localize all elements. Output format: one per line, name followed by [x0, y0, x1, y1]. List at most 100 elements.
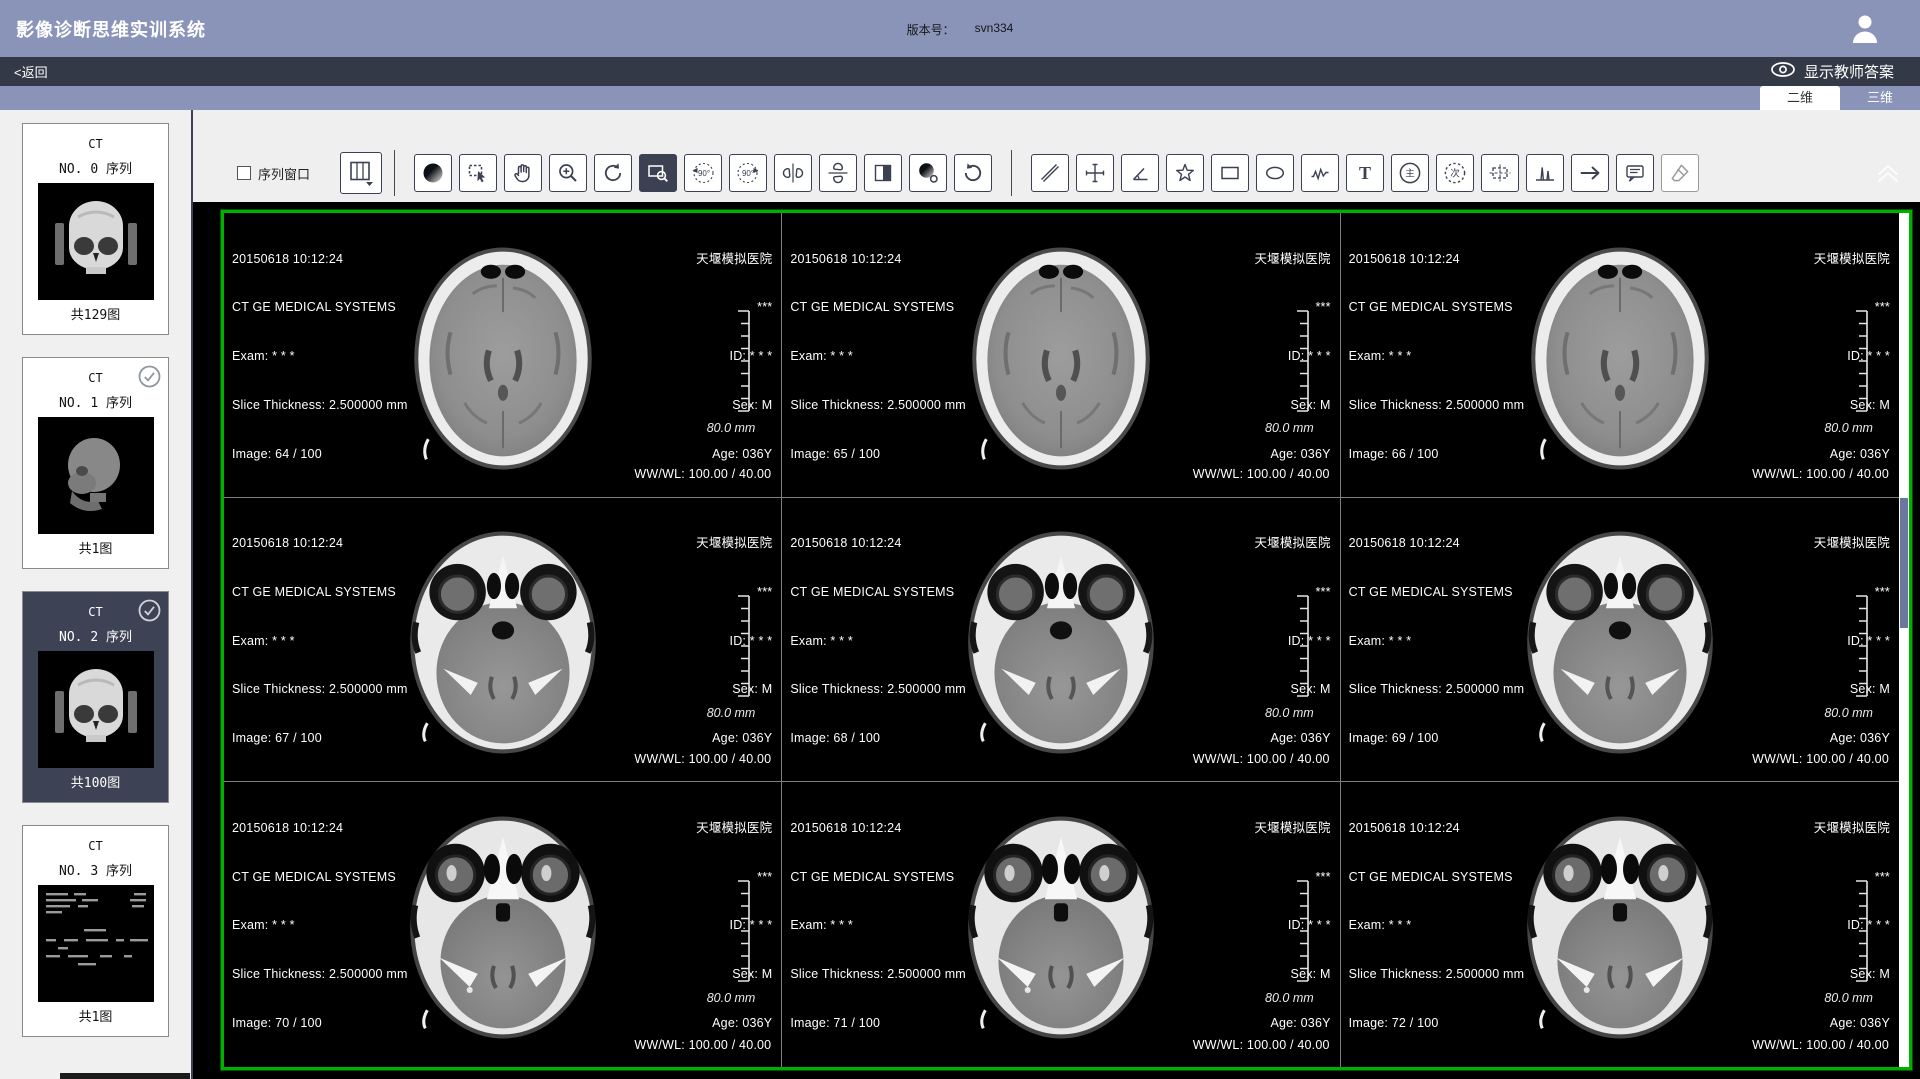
- collapse-toolbar-icon[interactable]: [1874, 163, 1902, 188]
- rectangle-icon: [1218, 161, 1242, 185]
- marker-main-button[interactable]: 主: [1391, 154, 1429, 192]
- cell-info-top-right: 天堰模拟医院 *** ID: * * * Sex: M Age: 036Y: [696, 218, 772, 494]
- window-level-button[interactable]: [414, 154, 452, 192]
- curve-annotation-button[interactable]: [1301, 154, 1339, 192]
- slice-thickness-label: Slice Thickness: 2.500000 mm: [232, 681, 408, 697]
- measure-angle-button[interactable]: [1121, 154, 1159, 192]
- invert-button[interactable]: [864, 154, 902, 192]
- rect-annotation-button[interactable]: [1211, 154, 1249, 192]
- tab-2d[interactable]: 二维: [1760, 86, 1840, 110]
- sidebar-horizontal-scrollbar[interactable]: [60, 1073, 190, 1079]
- viewer-cell-0[interactable]: 20150618 10:12:24 CT GE MEDICAL SYSTEMS …: [224, 213, 782, 498]
- viewer-scrollbar-thumb[interactable]: [1900, 498, 1908, 628]
- patient-sex-label: Sex: M: [1814, 681, 1890, 697]
- scale-ruler: [1294, 879, 1310, 988]
- series-window-label: 序列窗口: [258, 164, 310, 183]
- scale-ruler: [1853, 879, 1869, 988]
- reset-button[interactable]: [954, 154, 992, 192]
- toolbar-divider: [1011, 150, 1012, 196]
- text-annotation-button[interactable]: T: [1346, 154, 1384, 192]
- series-card-0[interactable]: CT NO. 0 序列 共129图: [22, 123, 169, 335]
- checkmark-icon: [138, 599, 161, 622]
- patient-id-label: ID: * * *: [1814, 917, 1890, 933]
- window-level-label: WW/WL: 100.00 / 40.00: [634, 751, 771, 767]
- cell-info-top-right: 天堰模拟医院 *** ID: * * * Sex: M Age: 036Y: [1254, 503, 1330, 779]
- slice-thickness-label: Slice Thickness: 2.500000 mm: [790, 397, 966, 413]
- roi-box-button[interactable]: [1481, 154, 1519, 192]
- exam-label: Exam: * * *: [232, 633, 408, 649]
- cell-info-top-left: 20150618 10:12:24 CT GE MEDICAL SYSTEMS …: [790, 503, 966, 779]
- series-name: NO. 3 序列: [23, 860, 168, 879]
- arrow-annotation-button[interactable]: [1571, 154, 1609, 192]
- cell-info-top-right: 天堰模拟医院 *** ID: * * * Sex: M Age: 036Y: [1814, 787, 1890, 1063]
- comment-button[interactable]: [1616, 154, 1654, 192]
- scale-label: 80.0 mm: [1265, 991, 1314, 1005]
- back-button[interactable]: <返回: [14, 62, 48, 81]
- zoom-in-button[interactable]: [549, 154, 587, 192]
- window-preset-button[interactable]: [909, 154, 947, 192]
- layout-button[interactable]: [340, 152, 382, 194]
- show-teacher-answer-button[interactable]: 显示教师答案: [1771, 61, 1894, 82]
- circle-label-icon: 主: [1397, 160, 1423, 186]
- ellipse-annotation-button[interactable]: [1256, 154, 1294, 192]
- cell-info-top-left: 20150618 10:12:24 CT GE MEDICAL SYSTEMS …: [232, 787, 408, 1063]
- patient-name-masked: ***: [1814, 299, 1890, 315]
- study-datetime: 20150618 10:12:24: [232, 251, 408, 267]
- cell-info-top-right: 天堰模拟医院 *** ID: * * * Sex: M Age: 036Y: [1814, 503, 1890, 779]
- slice-thickness-label: Slice Thickness: 2.500000 mm: [232, 397, 408, 413]
- wl-preset-icon: [916, 161, 940, 185]
- series-modality: CT: [23, 137, 168, 151]
- star-annotation-button[interactable]: [1166, 154, 1204, 192]
- scale-ruler: [735, 879, 751, 988]
- rotate-right-90-button[interactable]: 90°: [729, 154, 767, 192]
- version-info: 版本号： svn334: [907, 21, 1014, 38]
- slice-thickness-label: Slice Thickness: 2.500000 mm: [790, 966, 966, 982]
- show-teacher-answer-label: 显示教师答案: [1804, 61, 1894, 82]
- viewer-cell-6[interactable]: 20150618 10:12:24 CT GE MEDICAL SYSTEMS …: [224, 782, 782, 1067]
- viewer-cell-7[interactable]: 20150618 10:12:24 CT GE MEDICAL SYSTEMS …: [782, 782, 1340, 1067]
- series-card-1[interactable]: CT NO. 1 序列 共1图: [22, 357, 169, 569]
- cell-info-top-right: 天堰模拟医院 *** ID: * * * Sex: M Age: 036Y: [1254, 218, 1330, 494]
- series-thumbnail: [38, 885, 154, 1002]
- viewer-cell-2[interactable]: 20150618 10:12:24 CT GE MEDICAL SYSTEMS …: [1341, 213, 1899, 498]
- viewer-cell-8[interactable]: 20150618 10:12:24 CT GE MEDICAL SYSTEMS …: [1341, 782, 1899, 1067]
- pan-button[interactable]: [504, 154, 542, 192]
- window-level-label: WW/WL: 100.00 / 40.00: [1752, 466, 1889, 482]
- viewer-cell-5[interactable]: 20150618 10:12:24 CT GE MEDICAL SYSTEMS …: [1341, 498, 1899, 783]
- checkbox-box[interactable]: [237, 166, 251, 180]
- series-window-checkbox[interactable]: 序列窗口: [237, 164, 310, 183]
- ct-image: [398, 526, 608, 765]
- series-card-2[interactable]: CT NO. 2 序列 共100图: [22, 591, 169, 803]
- crosshair-button[interactable]: [1076, 154, 1114, 192]
- marker-secondary-button[interactable]: 次: [1436, 154, 1474, 192]
- flip-horizontal-button[interactable]: [774, 154, 812, 192]
- viewer-cell-3[interactable]: 20150618 10:12:24 CT GE MEDICAL SYSTEMS …: [224, 498, 782, 783]
- svg-text:90°: 90°: [698, 169, 710, 178]
- measure-line-button[interactable]: [1031, 154, 1069, 192]
- viewer-cell-4[interactable]: 20150618 10:12:24 CT GE MEDICAL SYSTEMS …: [782, 498, 1340, 783]
- series-card-3[interactable]: CT NO. 3 序列 共1图: [22, 825, 169, 1037]
- flip-vertical-button[interactable]: [819, 154, 857, 192]
- hospital-name: 天堰模拟医院: [1814, 251, 1890, 267]
- rotate-button[interactable]: [594, 154, 632, 192]
- select-button[interactable]: [459, 154, 497, 192]
- tab-3d[interactable]: 三维: [1840, 86, 1920, 110]
- star-icon: [1173, 161, 1197, 185]
- hospital-name: 天堰模拟医院: [696, 820, 772, 836]
- patient-age-label: Age: 036Y: [1814, 1015, 1890, 1031]
- series-count: 共1图: [23, 538, 168, 557]
- viewer-scrollbar[interactable]: [1899, 213, 1909, 1067]
- viewer-cell-1[interactable]: 20150618 10:12:24 CT GE MEDICAL SYSTEMS …: [782, 213, 1340, 498]
- rect-magnifier-icon: [646, 161, 670, 185]
- histogram-button[interactable]: [1526, 154, 1564, 192]
- exam-label: Exam: * * *: [1349, 633, 1525, 649]
- patient-name-masked: ***: [1254, 299, 1330, 315]
- hand-icon: [511, 161, 535, 185]
- scale-ruler: [1294, 309, 1310, 418]
- user-avatar-icon[interactable]: [1848, 11, 1882, 52]
- scale-label: 80.0 mm: [707, 991, 756, 1005]
- rotate-left-90-button[interactable]: 90°: [684, 154, 722, 192]
- cell-info-top-left: 20150618 10:12:24 CT GE MEDICAL SYSTEMS …: [790, 218, 966, 494]
- region-zoom-button[interactable]: [639, 154, 677, 192]
- wl-sphere-icon: [421, 161, 445, 185]
